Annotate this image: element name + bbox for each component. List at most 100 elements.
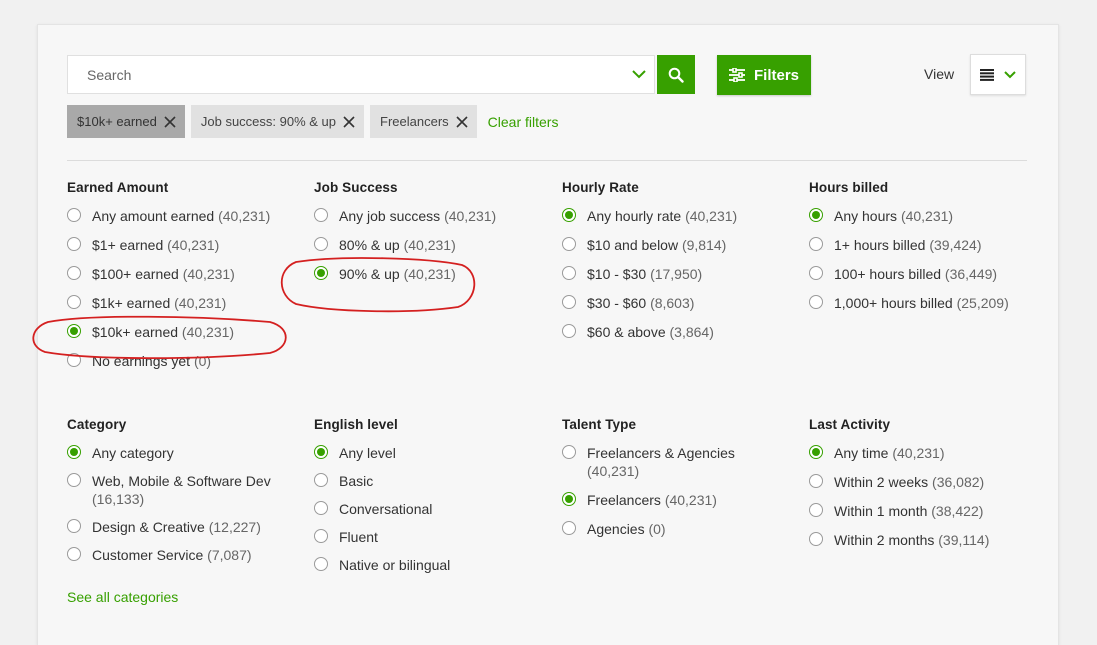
filters-button[interactable]: Filters: [717, 55, 811, 95]
filter-option-count: (40,231): [174, 295, 227, 311]
filter-group-last-activity: Last Activity Any time (40,231) Within 2 w…: [809, 417, 1049, 560]
filter-option[interactable]: Any amount earned (40,231): [67, 207, 307, 225]
filter-option-count: (36,082): [932, 474, 985, 490]
filter-option-count: (40,231): [892, 445, 945, 461]
radio-unselected[interactable]: [67, 547, 81, 561]
radio-selected[interactable]: [314, 266, 328, 280]
filter-option-count: (40,231): [403, 237, 456, 253]
radio-selected[interactable]: [67, 445, 81, 459]
filter-option[interactable]: $1+ earned (40,231): [67, 236, 307, 254]
filter-option-count: (8,603): [650, 295, 695, 311]
filter-option-label: Basic: [339, 473, 374, 489]
filter-option[interactable]: Freelancers (40,231): [562, 491, 752, 509]
filter-option[interactable]: Conversational: [314, 500, 554, 518]
filter-chip: $10k+ earned: [67, 105, 185, 138]
close-icon[interactable]: [456, 115, 468, 128]
filter-option-label: Freelancers: [587, 492, 661, 508]
filter-option[interactable]: No earnings yet (0): [67, 352, 307, 370]
radio-selected[interactable]: [562, 492, 576, 506]
radio-unselected[interactable]: [67, 353, 81, 367]
radio-unselected[interactable]: [67, 295, 81, 309]
filter-option-count: (40,231): [444, 208, 497, 224]
radio-unselected[interactable]: [67, 473, 81, 487]
filter-option[interactable]: Any category: [67, 444, 292, 462]
filter-option[interactable]: 80% & up (40,231): [314, 236, 554, 254]
radio-selected[interactable]: [562, 208, 576, 222]
radio-selected[interactable]: [314, 445, 328, 459]
filter-option-count: (12,227): [208, 519, 261, 535]
radio-unselected[interactable]: [562, 266, 576, 280]
see-all-categories-link[interactable]: See all categories: [67, 589, 178, 605]
radio-unselected[interactable]: [67, 237, 81, 251]
filter-option[interactable]: 90% & up (40,231): [314, 265, 554, 283]
filter-group-title: Talent Type: [562, 417, 637, 432]
radio-unselected[interactable]: [809, 532, 823, 546]
clear-filters-link[interactable]: Clear filters: [488, 114, 559, 130]
filter-option-label: Any level: [339, 445, 396, 461]
radio-selected[interactable]: [67, 324, 81, 338]
filter-option[interactable]: $1k+ earned (40,231): [67, 294, 307, 312]
filter-option[interactable]: Any hourly rate (40,231): [562, 207, 802, 225]
filter-option[interactable]: $100+ earned (40,231): [67, 265, 307, 283]
filter-option[interactable]: Any time (40,231): [809, 444, 1049, 462]
chevron-down-icon[interactable]: [631, 66, 647, 82]
filter-option[interactable]: Freelancers & Agencies (40,231): [562, 444, 752, 480]
divider: [67, 160, 1027, 161]
radio-unselected[interactable]: [809, 474, 823, 488]
filter-option[interactable]: Fluent: [314, 528, 554, 546]
filter-option[interactable]: 100+ hours billed (36,449): [809, 265, 1049, 283]
filter-option[interactable]: 1+ hours billed (39,424): [809, 236, 1049, 254]
radio-unselected[interactable]: [314, 529, 328, 543]
filter-option[interactable]: Basic: [314, 472, 554, 490]
radio-unselected[interactable]: [314, 557, 328, 571]
filter-option-label: Any category: [92, 445, 174, 461]
filter-option[interactable]: Customer Service (7,087): [67, 546, 292, 564]
filter-option-label: Any amount earned: [92, 208, 215, 224]
filter-option[interactable]: $10k+ earned (40,231): [67, 323, 307, 341]
radio-unselected[interactable]: [67, 208, 81, 222]
radio-unselected[interactable]: [314, 237, 328, 251]
view-toggle-button[interactable]: [970, 54, 1026, 95]
radio-unselected[interactable]: [809, 266, 823, 280]
filter-option[interactable]: Within 1 month (38,422): [809, 502, 1049, 520]
filter-option[interactable]: $30 - $60 (8,603): [562, 294, 802, 312]
filter-option[interactable]: Within 2 months (39,114): [809, 531, 1049, 549]
filter-option[interactable]: Agencies (0): [562, 520, 752, 538]
radio-unselected[interactable]: [809, 237, 823, 251]
radio-unselected[interactable]: [562, 521, 576, 535]
filter-option[interactable]: $60 & above (3,864): [562, 323, 802, 341]
radio-unselected[interactable]: [314, 501, 328, 515]
filter-group-talent-type: Talent Type Freelancers & Agencies (40,23…: [562, 417, 752, 549]
close-icon[interactable]: [164, 115, 176, 128]
radio-unselected[interactable]: [562, 324, 576, 338]
radio-unselected[interactable]: [314, 473, 328, 487]
radio-unselected[interactable]: [314, 208, 328, 222]
filter-option[interactable]: 1,000+ hours billed (25,209): [809, 294, 1049, 312]
filter-option[interactable]: Design & Creative (12,227): [67, 518, 292, 536]
radio-unselected[interactable]: [562, 295, 576, 309]
radio-selected[interactable]: [809, 208, 823, 222]
radio-unselected[interactable]: [67, 266, 81, 280]
filter-option-label: Native or bilingual: [339, 557, 451, 573]
filter-option-label: No earnings yet: [92, 353, 191, 369]
radio-unselected[interactable]: [562, 445, 576, 459]
filter-option[interactable]: Any level: [314, 444, 554, 462]
radio-unselected[interactable]: [562, 237, 576, 251]
filter-option-label: Any job success: [339, 208, 441, 224]
filter-option-label: 90% & up: [339, 266, 400, 282]
close-icon[interactable]: [343, 115, 355, 128]
filter-group-job-success: Job Success Any job success (40,231) 80% &…: [314, 180, 554, 294]
radio-unselected[interactable]: [67, 519, 81, 533]
filter-option[interactable]: Any job success (40,231): [314, 207, 554, 225]
radio-selected[interactable]: [809, 445, 823, 459]
filter-option[interactable]: Any hours (40,231): [809, 207, 1049, 225]
filter-option[interactable]: $10 - $30 (17,950): [562, 265, 802, 283]
filter-option[interactable]: $10 and below (9,814): [562, 236, 802, 254]
filter-option[interactable]: Native or bilingual: [314, 556, 554, 574]
radio-unselected[interactable]: [809, 503, 823, 517]
search-input[interactable]: [68, 56, 608, 93]
search-button[interactable]: [657, 55, 695, 94]
filter-option[interactable]: Within 2 weeks (36,082): [809, 473, 1049, 491]
radio-unselected[interactable]: [809, 295, 823, 309]
filter-option[interactable]: Web, Mobile & Software Dev (16,133): [67, 472, 292, 508]
